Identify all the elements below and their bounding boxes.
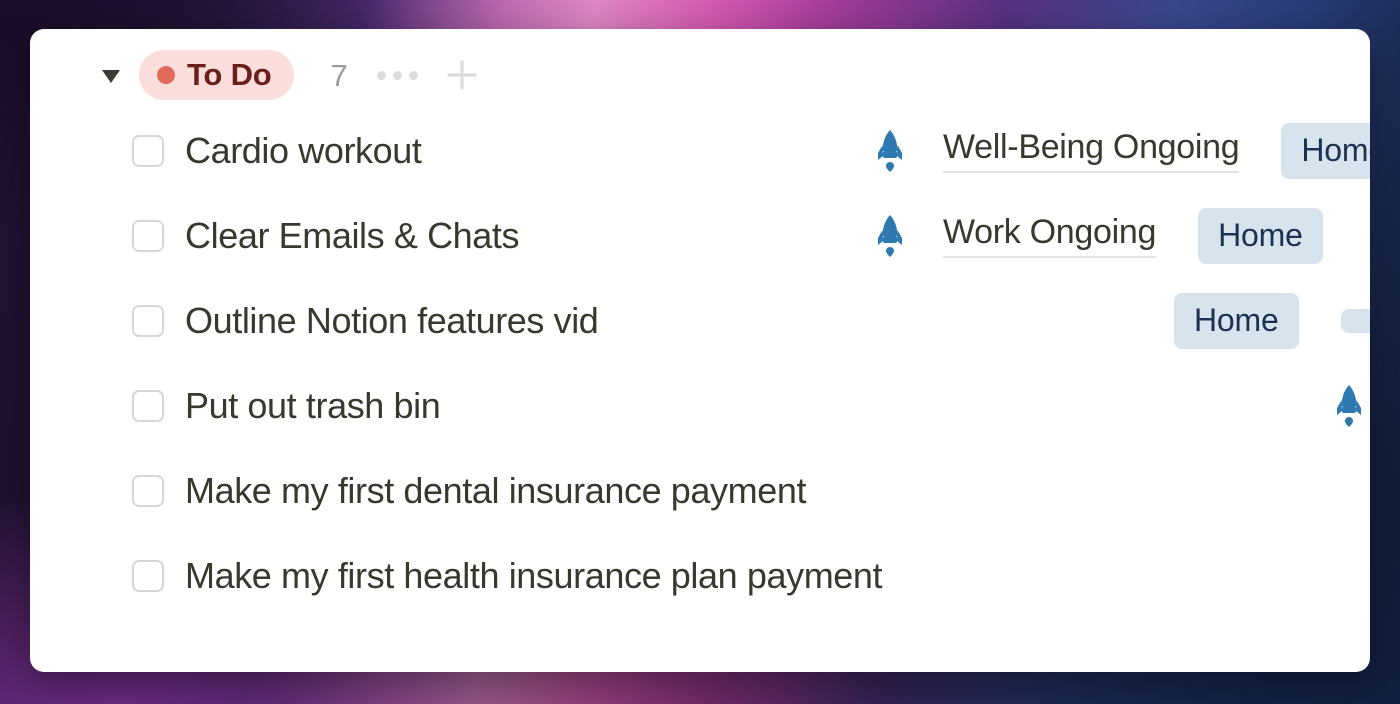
dot — [393, 70, 403, 80]
task-row-meta: Well-Being Ongoing Home — [875, 108, 1370, 193]
relation-link[interactable]: Work Ongoing — [875, 213, 1156, 259]
group-count: 7 — [330, 57, 348, 93]
dot — [409, 70, 419, 80]
status-dot-icon — [157, 65, 175, 84]
task-row-meta: Home — [1174, 278, 1370, 363]
task-title: Cardio workout — [185, 129, 422, 171]
task-checkbox[interactable] — [132, 219, 164, 252]
task-list: Cardio workout Well-Being Ongoing Hom Cl… — [30, 108, 1370, 618]
task-row[interactable]: Make my first health insurance plan paym… — [30, 533, 1370, 618]
task-checkbox[interactable] — [132, 474, 164, 507]
rocket-icon — [1334, 383, 1364, 429]
task-row[interactable]: Put out trash bin — [30, 363, 1370, 448]
relation-text: Work Ongoing — [943, 213, 1156, 259]
relation-link[interactable]: Well-Being Ongoing — [875, 128, 1240, 174]
group-header: To Do 7 — [30, 29, 1370, 100]
relation-text: Well-Being Ongoing — [943, 128, 1240, 174]
rocket-icon — [875, 128, 905, 174]
task-checkbox[interactable] — [132, 559, 164, 592]
task-title: Clear Emails & Chats — [185, 214, 520, 256]
triangle-down-icon[interactable] — [96, 60, 126, 90]
more-options-icon[interactable] — [370, 55, 426, 95]
tag-chip[interactable]: Home — [1198, 207, 1323, 264]
rocket-icon — [875, 213, 905, 259]
tag-chip[interactable]: Home — [1174, 292, 1299, 349]
task-row-meta: Work Ongoing Home — [875, 193, 1323, 278]
status-badge-label: To Do — [187, 57, 272, 92]
tag-chip[interactable]: Home — [1281, 122, 1370, 179]
dot — [377, 70, 387, 80]
plus-icon[interactable] — [438, 55, 486, 95]
task-title: Make my first dental insurance payment — [185, 469, 807, 511]
task-title: Outline Notion features vid — [185, 299, 599, 341]
status-badge[interactable]: To Do — [139, 50, 294, 100]
board-card: To Do 7 Cardio workout Well-Being Ongoin… — [30, 29, 1370, 672]
task-checkbox[interactable] — [132, 304, 164, 337]
task-row[interactable]: Cardio workout Well-Being Ongoing Hom — [30, 108, 1370, 193]
task-title: Put out trash bin — [185, 384, 441, 426]
task-row[interactable]: Clear Emails & Chats Work Ongoing Home — [30, 193, 1370, 278]
task-row[interactable]: Outline Notion features vid Home — [30, 278, 1370, 363]
task-checkbox[interactable] — [132, 134, 164, 167]
task-row[interactable]: Make my first dental insurance payment — [30, 448, 1370, 533]
task-row-meta — [1334, 363, 1364, 448]
task-checkbox[interactable] — [132, 389, 164, 422]
task-title: Make my first health insurance plan paym… — [185, 554, 883, 596]
tag-chip[interactable] — [1340, 308, 1370, 333]
